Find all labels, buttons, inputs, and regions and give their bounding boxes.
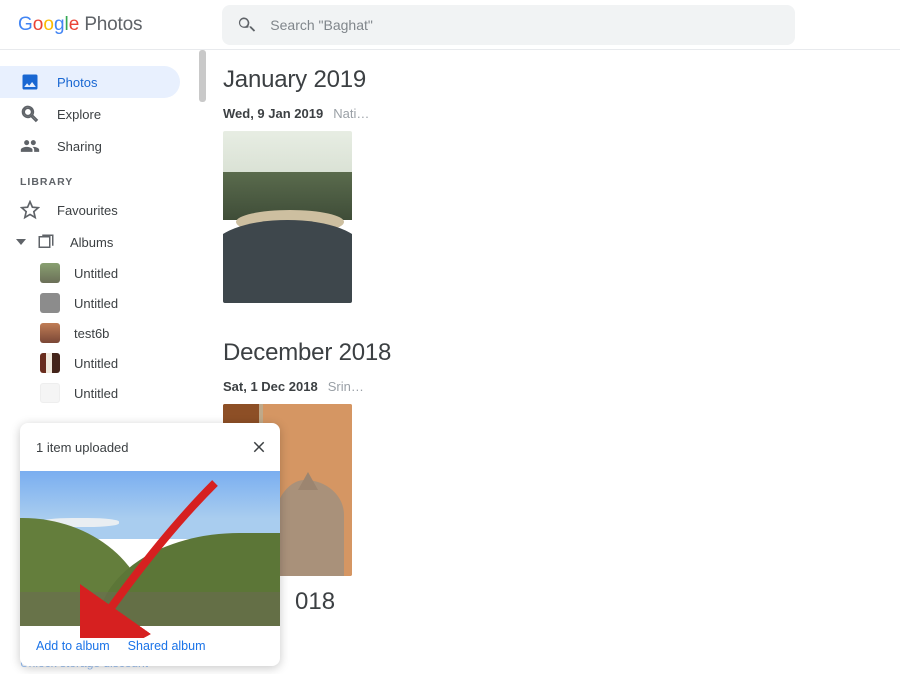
sidebar-album-item[interactable]: test6b [0,318,197,348]
month-title: January 2019 [223,66,900,94]
sidebar-item-photos[interactable]: Photos [0,66,180,98]
uploaded-photo-preview[interactable] [20,471,280,626]
month-title-partial: 018 [295,588,335,615]
star-icon [20,200,40,220]
close-icon[interactable] [250,438,268,456]
album-thumbnail [40,263,60,283]
sidebar-item-label: Albums [70,235,113,250]
sidebar-album-item[interactable]: Untitled [0,258,197,288]
sidebar-item-label: Photos [57,75,97,90]
album-thumbnail [40,383,60,403]
google-logo: Google [18,14,79,36]
month-section: December 2018 Sat, 1 Dec 2018 Srinag… [223,339,900,576]
month-section: January 2019 Wed, 9 Jan 2019 Natio… [223,66,900,303]
toast-actions: Add to album Shared album [20,626,280,666]
toast-header: 1 item uploaded [20,423,280,471]
sidebar-item-favourites[interactable]: Favourites [0,194,180,226]
shared-album-button[interactable]: Shared album [128,639,206,653]
app-logo[interactable]: Google Photos [16,14,142,36]
toast-title: 1 item uploaded [36,440,129,455]
chevron-down-icon [16,239,26,245]
location-label: Natio… [333,106,373,121]
photos-content: January 2019 Wed, 9 Jan 2019 Natio… Dece… [207,50,900,674]
sidebar-album-item[interactable]: Untitled [0,348,197,378]
album-thumbnail [40,293,60,313]
app-name: Photos [84,14,142,36]
album-label: test6b [74,326,109,341]
sidebar-album-item[interactable]: Untitled [0,378,197,408]
album-thumbnail [40,323,60,343]
explore-icon [20,104,40,124]
add-to-album-button[interactable]: Add to album [36,639,110,653]
date-row: Wed, 9 Jan 2019 Natio… [223,106,900,121]
sidebar-item-explore[interactable]: Explore [0,98,180,130]
image-icon [20,72,40,92]
sidebar-item-label: Favourites [57,203,118,218]
sidebar-album-item[interactable]: Untitled [0,288,197,318]
album-thumbnail [40,353,60,373]
search-input[interactable]: Search "Baghat" [222,5,795,45]
date-label: Sat, 1 Dec 2018 [223,379,318,394]
album-label: Untitled [74,386,118,401]
sidebar-item-label: Explore [57,107,101,122]
album-label: Untitled [74,296,118,311]
album-icon [37,233,55,251]
people-icon [20,136,40,156]
date-label: Wed, 9 Jan 2019 [223,106,323,121]
scrollbar-thumb[interactable] [199,50,206,102]
album-label: Untitled [74,266,118,281]
location-label: Srinag… [328,379,368,394]
search-placeholder: Search "Baghat" [270,17,373,33]
sidebar-item-albums[interactable]: Albums [0,226,197,258]
sidebar-item-label: Sharing [57,139,102,154]
month-section: 018 [223,588,900,616]
date-row: Sat, 1 Dec 2018 Srinag… [223,379,900,394]
sidebar-section-library: LIBRARY [0,162,197,194]
photo-thumbnail[interactable] [223,131,352,303]
upload-toast: 1 item uploaded Add to album Shared albu… [20,423,280,666]
search-icon [236,15,256,35]
album-label: Untitled [74,356,118,371]
month-title: December 2018 [223,339,900,367]
app-header: Google Photos Search "Baghat" [0,0,900,49]
sidebar-item-sharing[interactable]: Sharing [0,130,180,162]
